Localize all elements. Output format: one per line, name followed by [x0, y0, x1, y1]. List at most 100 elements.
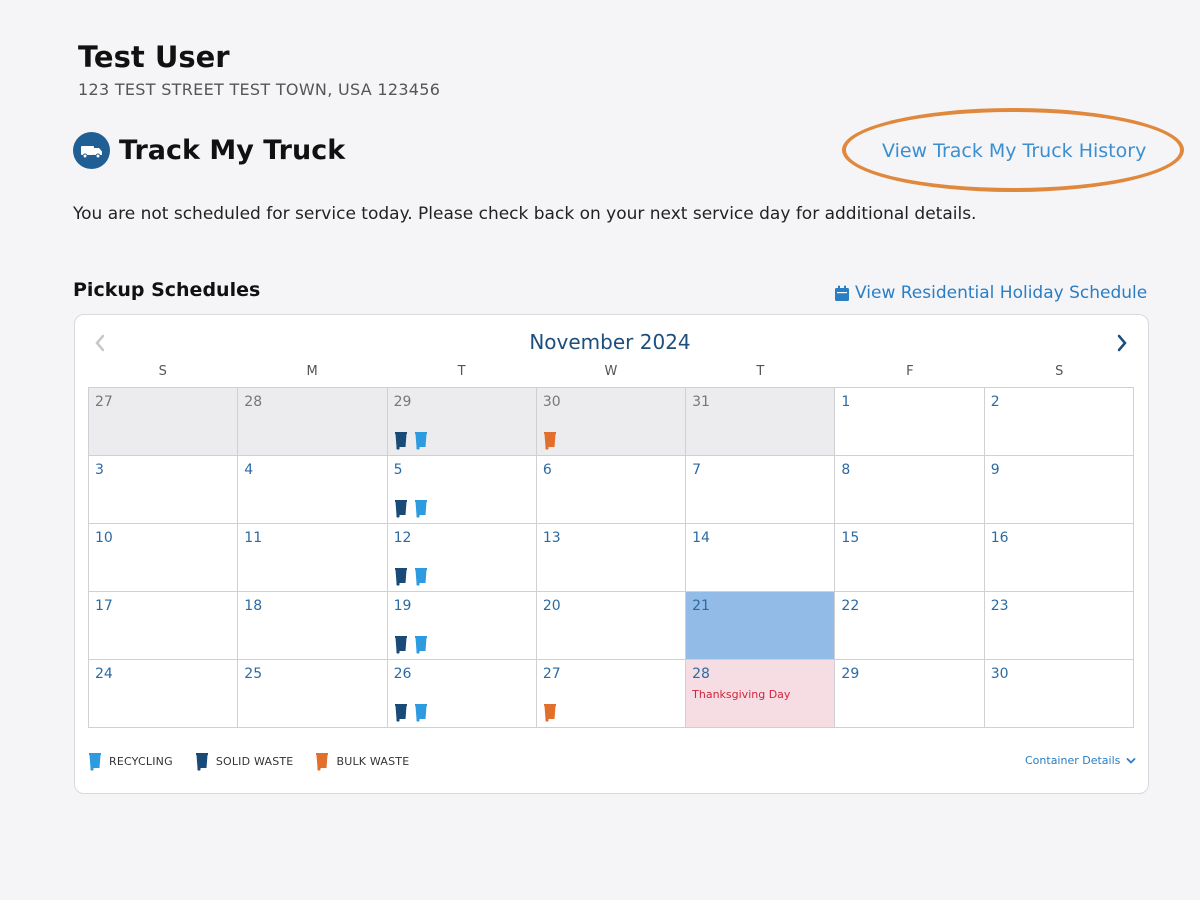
bulk-bin-icon	[543, 704, 556, 722]
day-number: 28	[244, 394, 263, 410]
calendar-day[interactable]: 11	[238, 524, 388, 592]
calendar-day-today[interactable]: 21	[686, 592, 836, 660]
calendar-day[interactable]: 22	[835, 592, 985, 660]
calendar-grid: 27 28 29 30 31 1 2 3 4 5 6 7 8 9 10 11 12 13 14 15 16 17 18 19 2…	[88, 387, 1134, 728]
day-number: 4	[244, 462, 254, 478]
calendar-day[interactable]: 25	[238, 660, 388, 728]
day-number: 26	[393, 666, 412, 682]
solid-bin-icon	[394, 568, 407, 586]
day-number: 28	[692, 666, 710, 682]
calendar-day[interactable]: 19	[387, 592, 537, 660]
solid-bin-icon	[195, 753, 208, 771]
pickup-schedules-title: Pickup Schedules	[73, 279, 261, 301]
day-number: 22	[841, 598, 860, 614]
container-details-toggle[interactable]: Container Details	[1025, 754, 1136, 767]
recycling-bin-icon	[414, 500, 427, 518]
day-number: 18	[244, 598, 263, 614]
day-number: 13	[542, 530, 561, 546]
legend: RECYCLING SOLID WASTE BULK WASTE	[88, 751, 431, 771]
day-number: 3	[95, 462, 104, 478]
pickup-bins	[394, 430, 428, 450]
calendar-day[interactable]: 15	[835, 524, 985, 592]
day-number: 9	[990, 462, 1000, 478]
recycling-bin-icon	[414, 568, 427, 586]
prev-month-button[interactable]	[92, 332, 108, 354]
calendar-day[interactable]: 13	[536, 524, 687, 592]
calendar-day[interactable]: 2	[984, 388, 1134, 456]
chevron-left-icon	[95, 334, 105, 352]
calendar-day[interactable]: 10	[89, 524, 239, 592]
holiday-schedule-label: View Residential Holiday Schedule	[855, 283, 1148, 303]
service-notice: You are not scheduled for service today.…	[73, 204, 977, 224]
day-number: 16	[990, 530, 1009, 546]
calendar-day[interactable]: 30	[984, 660, 1134, 728]
calendar-day[interactable]: 28	[238, 388, 388, 456]
weekday-label: S	[1055, 364, 1064, 379]
pickup-bins	[543, 430, 557, 450]
holiday-schedule-link[interactable]: View Residential Holiday Schedule	[834, 283, 1147, 303]
track-my-truck-title: Track My Truck	[119, 135, 346, 166]
calendar-day[interactable]: 20	[536, 592, 687, 660]
calendar-day[interactable]: 31	[686, 388, 836, 456]
day-number: 5	[393, 462, 403, 478]
day-number: 30	[542, 394, 561, 410]
calendar-day[interactable]: 26	[387, 660, 537, 728]
user-name: Test User	[78, 40, 230, 74]
view-truck-history-link[interactable]: View Track My Truck History	[882, 140, 1146, 162]
calendar-day[interactable]: 29	[835, 660, 985, 728]
calendar-day[interactable]: 5	[387, 456, 537, 524]
day-number: 15	[841, 530, 860, 546]
solid-bin-icon	[394, 432, 407, 450]
calendar-day[interactable]: 4	[238, 456, 388, 524]
day-number: 25	[244, 666, 263, 682]
calendar-day[interactable]: 6	[536, 456, 687, 524]
weekday-label: S	[158, 364, 167, 379]
day-number: 2	[990, 394, 1000, 410]
day-number: 19	[393, 598, 412, 614]
bulk-bin-icon	[543, 432, 556, 450]
calendar-day[interactable]: 27	[89, 388, 239, 456]
calendar-day-holiday[interactable]: 28 Thanksgiving Day	[686, 660, 836, 728]
day-number: 29	[841, 666, 860, 682]
calendar-day[interactable]: 9	[984, 456, 1134, 524]
calendar-day[interactable]: 1	[835, 388, 985, 456]
user-address: 123 TEST STREET TEST TOWN, USA 123456	[78, 80, 441, 99]
day-number: 29	[393, 394, 412, 410]
recycling-bin-icon	[414, 432, 427, 450]
weekday-header: SMTWTFS	[88, 364, 1134, 379]
calendar-day[interactable]: 23	[984, 592, 1134, 660]
recycling-bin-icon	[89, 753, 101, 771]
day-number: 31	[692, 394, 710, 410]
day-number: 1	[841, 394, 851, 410]
calendar-day[interactable]: 3	[89, 456, 239, 524]
weekday-label: W	[604, 364, 618, 379]
weekday-label: F	[906, 364, 914, 379]
calendar-day[interactable]: 7	[686, 456, 836, 524]
day-number: 14	[692, 530, 710, 546]
pickup-bins	[394, 634, 428, 654]
weekday-label: T	[756, 364, 765, 379]
truck-icon	[73, 132, 110, 169]
next-month-button[interactable]	[1114, 332, 1130, 354]
legend-item-bulk: BULK WASTE	[315, 751, 409, 771]
calendar-day[interactable]: 14	[686, 524, 836, 592]
day-number: 11	[244, 530, 263, 546]
calendar-day[interactable]: 12	[387, 524, 537, 592]
weekday-label: T	[457, 364, 466, 379]
recycling-bin-icon	[414, 704, 427, 722]
calendar-day[interactable]: 30	[536, 388, 687, 456]
calendar-day[interactable]: 29	[387, 388, 537, 456]
calendar-day[interactable]: 17	[89, 592, 239, 660]
calendar-day[interactable]: 27	[536, 660, 687, 728]
pickup-bins	[543, 702, 557, 722]
day-number: 17	[95, 598, 113, 614]
day-number: 8	[841, 462, 851, 478]
calendar-day[interactable]: 8	[835, 456, 985, 524]
calendar-day[interactable]: 24	[89, 660, 239, 728]
day-number: 6	[542, 462, 552, 478]
recycling-bin-icon	[414, 636, 427, 654]
holiday-name: Thanksgiving Day	[692, 688, 791, 701]
calendar-day[interactable]: 16	[984, 524, 1134, 592]
calendar-day[interactable]: 18	[238, 592, 388, 660]
month-label: November 2024	[529, 330, 691, 354]
